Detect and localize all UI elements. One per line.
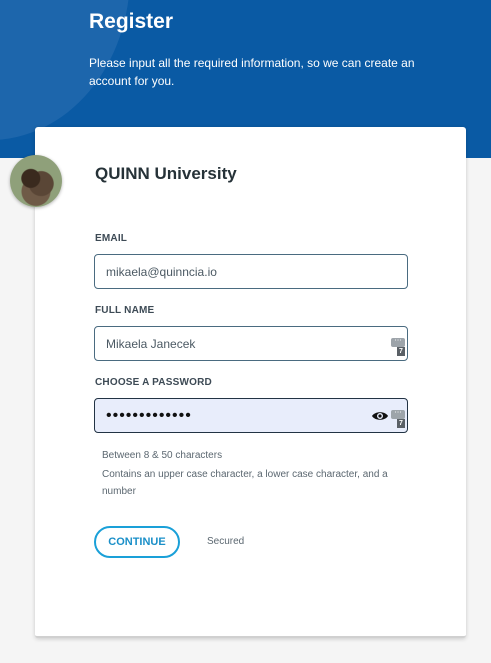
keypass-icon[interactable]: ··· 7 xyxy=(391,409,405,429)
keypass-icon[interactable]: ··· 7 xyxy=(391,337,405,357)
password-hint-length: Between 8 & 50 characters xyxy=(102,450,223,461)
full-name-field[interactable] xyxy=(95,327,376,360)
continue-button[interactable]: CONTINUE xyxy=(94,526,180,558)
password-label: CHOOSE A PASSWORD xyxy=(95,377,212,388)
password-field[interactable] xyxy=(95,399,376,432)
full-name-label: FULL NAME xyxy=(95,305,155,316)
avatar xyxy=(10,155,62,207)
full-name-field-wrapper: ··· 7 xyxy=(94,326,408,361)
password-hint-complexity: Contains an upper case character, a lowe… xyxy=(102,469,388,497)
email-label: EMAIL xyxy=(95,233,128,244)
secured-label: Secured xyxy=(207,536,245,547)
register-page: Register Please input all the required i… xyxy=(0,0,491,663)
eye-icon[interactable] xyxy=(371,409,389,421)
password-field-wrapper: ··· 7 xyxy=(94,398,408,433)
keypass-badge: 7 xyxy=(397,347,405,356)
university-name: QUINN University xyxy=(95,164,237,183)
page-title: Register xyxy=(89,10,174,33)
email-field-wrapper xyxy=(94,254,408,289)
page-subtitle: Please input all the required informatio… xyxy=(89,56,415,88)
email-field[interactable] xyxy=(95,255,376,288)
keypass-badge: 7 xyxy=(397,419,405,428)
